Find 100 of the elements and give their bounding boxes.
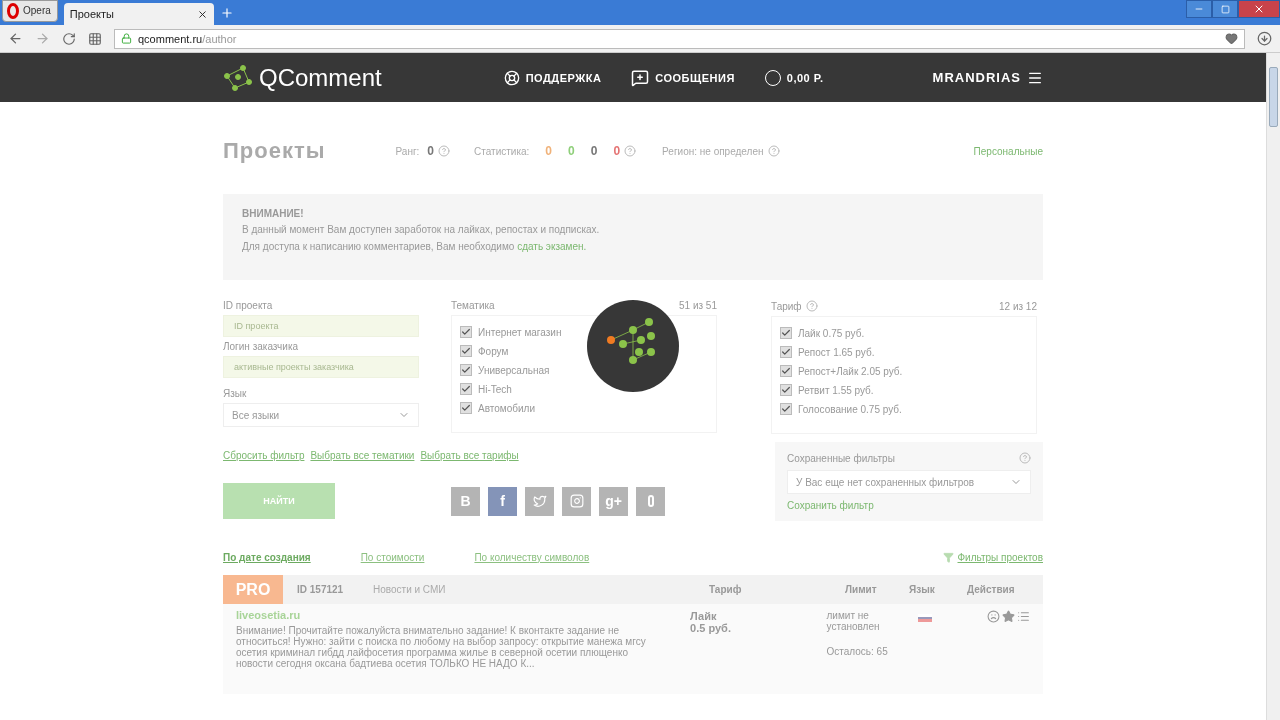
logo-text: QComment [259,63,382,92]
personal-link[interactable]: Персональные [973,145,1043,157]
browser-menu-button[interactable]: Opera [2,0,58,22]
remaining-text: Осталось: 65 [826,646,889,657]
notice-text: В данный момент Вам доступен заработок на лайках, репостах и подписках. [242,223,601,236]
column-header: Язык [909,584,936,595]
maximize-button[interactable] [1212,0,1238,18]
project-id-field[interactable]: ID проекта [223,315,419,337]
save-filter-link[interactable]: Сохранить фильтр [787,500,1031,511]
field-label: ID проекта [223,300,274,311]
checkbox[interactable] [780,346,792,358]
star-icon[interactable] [1002,610,1015,623]
checkbox[interactable] [460,345,472,357]
lifebuoy-icon [503,69,520,86]
topic-label: Универсальная [478,364,550,376]
rank-value: 0 [427,144,435,158]
help-icon [805,300,818,312]
page-title: Проекты [223,138,326,164]
tariff-label: Репост+Лайк 2.05 руб. [798,365,903,377]
help-icon [1019,452,1031,464]
filter-link[interactable]: Выбрать все тематики [310,450,415,461]
tariff-label: Репост 1.65 руб. [798,346,875,358]
list-icon[interactable] [1017,610,1030,623]
checkbox[interactable] [780,384,792,396]
tariff-label: Ретвит 1.55 руб. [798,384,874,396]
tariff-price: 0.5 руб. [690,622,732,634]
browser-tab[interactable]: Проекты [63,3,214,25]
saved-filters-select[interactable]: У Вас еще нет сохраненных фильтров [787,470,1031,494]
exam-link[interactable]: сдать экзамен. [517,241,587,252]
close-tab-icon[interactable] [196,8,208,20]
sort-link[interactable]: По стоимости [360,551,425,563]
field-label: Язык [223,388,248,399]
social-button[interactable]: f [488,486,517,516]
lock-icon [121,33,132,44]
reload-icon[interactable] [62,31,76,46]
minimize-button[interactable] [1186,0,1212,18]
rank-label: Ранг: [395,145,420,157]
nav-link[interactable]: 0,00 Р. [764,68,824,87]
user-menu[interactable]: MRANDRIAS [932,69,1043,86]
stat-value: 0 [545,144,553,158]
social-button[interactable]: B [451,486,480,516]
limit-text: лимит не установлен [826,610,881,632]
notice-title: ВНИМАНИЕ! [242,208,305,219]
topic-label: Форум [478,345,509,357]
language-select[interactable]: Все языки [223,403,419,427]
help-icon [767,145,780,157]
maximize-icon [1220,4,1230,14]
filter-icon [942,551,954,563]
saved-filters-title: Сохраненные фильтры [787,452,895,464]
customer-login-field[interactable]: активные проекты заказчика [223,356,419,378]
stat-value: 0 [590,144,598,158]
project-id: ID 157121 [297,584,345,595]
field-label: Тариф [771,300,802,312]
notice-text: Для доступа к написанию комментариев, Вам необходимо сдать экзамен. [242,240,588,253]
filter-link[interactable]: Сбросить фильтр [223,450,305,461]
back-icon[interactable] [8,31,23,46]
address-field[interactable]: qcomment.ru/author [114,28,1245,49]
message-plus-icon [631,68,650,87]
tariff-label: Голосование 0.75 руб. [798,403,902,415]
russia-flag-icon [918,614,933,622]
close-icon [1253,3,1265,15]
project-filters-link[interactable]: Фильтры проектов [957,551,1043,563]
sort-link[interactable]: По количеству символов [474,551,590,563]
tariff-label: Лайк 0.75 руб. [798,327,865,339]
topic-label: Интернет магазин [478,326,562,338]
find-button[interactable]: НАЙТИ [223,483,335,519]
sad-face-icon[interactable] [987,610,1000,623]
bird-icon [532,494,547,508]
checkbox[interactable] [780,403,792,415]
pro-badge: PRO [223,575,283,604]
site-link[interactable]: liveosetia.ru [236,610,665,621]
checkbox[interactable] [460,402,472,414]
social-button[interactable]: g+ [599,486,628,516]
camera-icon [569,494,584,508]
scrollbar-thumb[interactable] [1269,67,1278,127]
filter-link[interactable]: Выбрать все тарифы [420,450,519,461]
nav-link[interactable]: СООБЩЕНИЯ [631,68,735,87]
stat-value: 0 [613,144,621,158]
topics-count: 51 из 51 [679,300,717,311]
region-text: Регион: не определен [662,145,764,157]
grid-icon[interactable] [88,31,102,46]
field-label: Логин заказчика [223,341,300,352]
column-header: Лимит [845,584,878,595]
topic-label: Автомобили [478,402,535,414]
checkbox[interactable] [780,365,792,377]
stats-label: Статистика: [474,145,530,157]
nav-link[interactable]: ПОДДЕРЖКА [503,68,602,87]
checkbox[interactable] [460,383,472,395]
heart-icon[interactable] [1225,32,1238,45]
checkbox[interactable] [780,327,792,339]
checkbox[interactable] [460,364,472,376]
stat-value: 0 [568,144,575,158]
logo-icon [223,63,253,92]
sort-link[interactable]: По дате создания [223,551,311,563]
tariffs-count: 12 из 12 [999,300,1037,312]
checkbox[interactable] [460,326,472,338]
column-header: Действия [967,584,1016,595]
column-header: Тариф [709,584,743,595]
download-icon[interactable] [1257,31,1272,46]
field-label: Тематика [451,300,495,311]
